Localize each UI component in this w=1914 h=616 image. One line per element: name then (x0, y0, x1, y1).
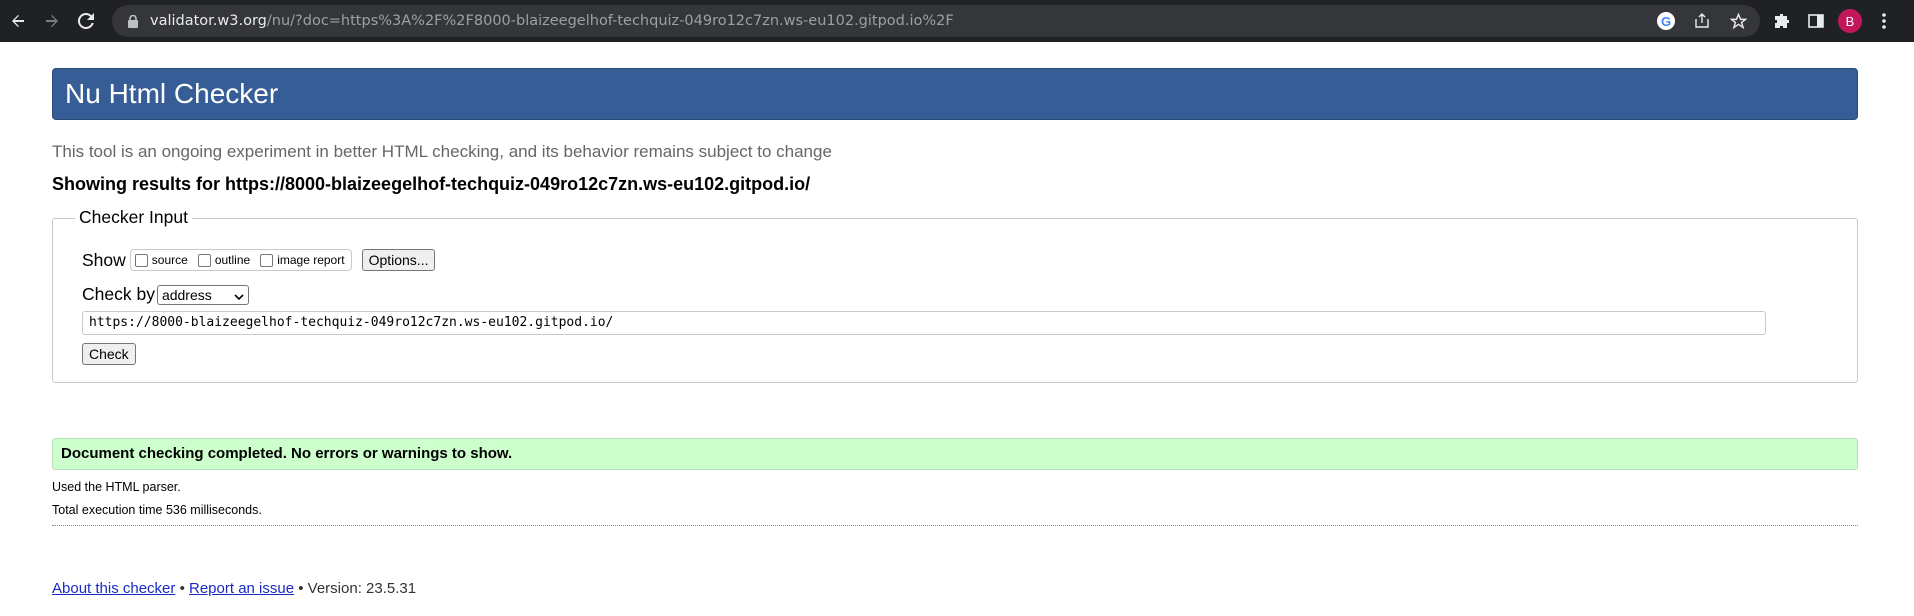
check-button[interactable]: Check (82, 343, 136, 365)
source-checkbox[interactable] (134, 253, 148, 267)
forward-icon[interactable] (35, 4, 69, 38)
success-message: Document checking completed. No errors o… (52, 438, 1858, 470)
google-letter: G (1657, 12, 1675, 30)
source-label: source (151, 253, 188, 267)
tagline: This tool is an ongoing experiment in be… (52, 142, 832, 161)
star-icon[interactable] (1726, 9, 1750, 33)
address-bar[interactable]: validator.w3.org/nu/?doc=https%3A%2F%2F8… (112, 5, 1760, 37)
image-report-label: image report (277, 253, 345, 267)
chevron-down-icon (234, 287, 244, 303)
show-options-group: source outline image report (129, 249, 352, 271)
share-icon[interactable] (1690, 9, 1714, 33)
check-by-value: address (161, 286, 212, 303)
check-by-label: Check by (82, 284, 155, 304)
url-host: validator.w3.org (150, 13, 267, 29)
check-by-row: Check by address (82, 284, 249, 305)
image-report-checkbox[interactable] (260, 253, 274, 267)
side-panel-icon[interactable] (1804, 9, 1828, 33)
url-path: /nu/?doc=https%3A%2F%2F8000-blaizeegelho… (266, 13, 954, 29)
outline-checkbox[interactable] (197, 253, 211, 267)
show-image-report-option[interactable]: image report (260, 253, 345, 267)
version-text: Version: 23.5.31 (307, 580, 417, 597)
back-icon[interactable] (1, 4, 35, 38)
document-url-input[interactable]: https://8000-blaizeegelhof-techquiz-049r… (82, 311, 1766, 335)
google-icon[interactable]: G (1654, 9, 1678, 33)
show-label: Show (82, 249, 126, 270)
showing-url-link[interactable]: https://8000-blaizeegelhof-techquiz-049r… (225, 174, 810, 194)
about-checker-link[interactable]: About this checker (52, 580, 175, 597)
options-button[interactable]: Options... (361, 249, 436, 271)
page-title: Nu Html Checker (52, 68, 1858, 120)
footer: About this checker • Report an issue • V… (52, 580, 416, 597)
show-row: Show source outline image report Options… (82, 249, 436, 271)
avatar[interactable]: B (1838, 9, 1862, 33)
show-outline-option[interactable]: outline (197, 253, 251, 267)
report-issue-link[interactable]: Report an issue (189, 580, 294, 597)
extensions-icon[interactable] (1770, 9, 1794, 33)
outline-label: outline (214, 253, 251, 267)
menu-icon[interactable] (1872, 9, 1896, 33)
footer-separator-2: • (294, 580, 308, 597)
lock-icon[interactable] (128, 14, 138, 28)
divider (52, 525, 1858, 526)
execution-time: Total execution time 536 milliseconds. (52, 503, 262, 517)
showing-results: Showing results for https://8000-blaizee… (52, 174, 810, 195)
parser-info: Used the HTML parser. (52, 480, 181, 494)
showing-prefix: Showing results for (52, 174, 226, 194)
checker-input-legend: Checker Input (75, 207, 192, 228)
browser-toolbar: validator.w3.org/nu/?doc=https%3A%2F%2F8… (0, 0, 1914, 42)
reload-icon[interactable] (69, 4, 103, 38)
check-by-select[interactable]: address (156, 284, 249, 305)
show-source-option[interactable]: source (134, 253, 188, 267)
checker-input-fieldset: Checker Input Show source outline image … (52, 207, 1858, 383)
footer-separator-1: • (175, 580, 189, 597)
